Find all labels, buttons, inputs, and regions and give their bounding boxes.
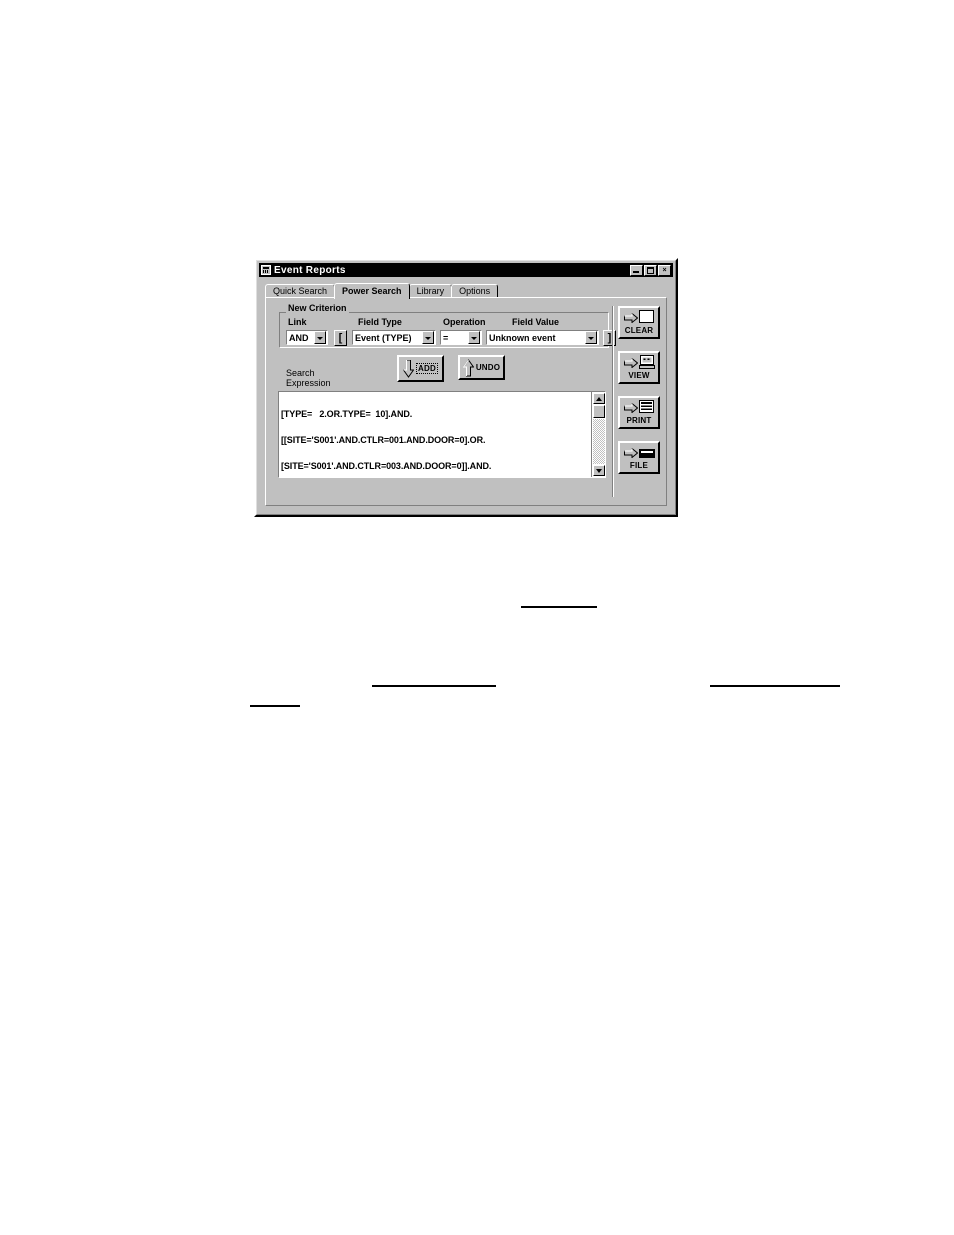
operation-label: Operation [443,317,486,327]
field-value-value: Unknown event [489,332,556,343]
blank-page-icon [639,310,654,326]
tab-strip: Quick Search Power Search Library Option… [265,283,667,299]
search-expression-textarea[interactable]: [TYPE= 2.OR.TYPE= 10].AND. [[SITE='S001'… [278,391,606,478]
link-label: Link [288,317,307,327]
arrow-to-blank-page-icon [624,310,654,326]
undo-button-label: UNDO [475,363,501,372]
view-button-label: VIEW [628,371,650,380]
search-expression-label-line1: Search [286,368,315,378]
arrow-to-disk-icon [623,445,655,461]
operation-combobox[interactable]: = [440,330,482,345]
field-type-label: Field Type [358,317,402,327]
add-button-label: ADD [416,363,438,374]
criterion-controls-row: AND [ Event (TYPE) = Unknown event ] [280,330,616,348]
scrollbar-track[interactable] [593,419,605,464]
expression-line: [TYPE= 2.OR.TYPE= 10].AND. [281,409,413,420]
chevron-down-icon[interactable] [314,331,326,344]
file-button-label: FILE [629,461,649,470]
scrollbar-thumb[interactable] [593,405,605,418]
tab-options[interactable]: Options [451,284,499,298]
field-type-value: Event (TYPE) [355,332,412,343]
new-criterion-title: New Criterion [286,303,349,313]
maximize-button[interactable] [644,264,657,276]
arrow-to-document-icon [624,400,654,416]
right-arrow-icon [623,358,638,368]
event-reports-window: Event Reports × Quick Search Power Searc… [254,258,678,517]
clear-button-label: CLEAR [624,326,654,335]
search-expression-label-line2: Expression [286,378,331,388]
application-icon [261,265,271,275]
expression-line: [SITE='S001'.AND.CTLR=003.AND.DOOR=0]].A… [281,460,492,471]
expression-line: [[SITE='S001'.AND.CTLR=001.AND.DOOR=0].O… [281,434,486,445]
view-button[interactable]: VIEW [618,351,660,384]
page-rule-2 [372,685,496,687]
disk-icon [638,446,655,461]
link-combobox[interactable]: AND [286,330,328,345]
window-title: Event Reports [274,264,346,276]
minimize-button[interactable] [630,264,643,276]
field-value-combobox[interactable]: Unknown event [486,330,599,345]
print-button-label: PRINT [626,416,652,425]
page-rule-1 [521,606,597,608]
expression-vertical-scrollbar[interactable] [591,392,605,477]
field-type-combobox[interactable]: Event (TYPE) [352,330,436,345]
arrow-up-icon [462,358,474,377]
scroll-up-icon[interactable] [593,393,605,404]
search-expression-text: [TYPE= 2.OR.TYPE= 10].AND. [[SITE='S001'… [281,393,589,477]
right-arrow-icon [623,448,638,458]
right-arrow-icon [624,313,638,323]
file-button[interactable]: FILE [618,441,660,474]
tab-quick-search[interactable]: Quick Search [265,284,336,298]
arrow-to-monitor-icon [623,354,655,372]
document-lines-icon [639,400,654,416]
open-bracket-button[interactable]: [ [334,330,347,346]
scroll-down-icon[interactable] [593,465,605,476]
page-rule-3 [710,685,840,687]
print-button[interactable]: PRINT [618,396,660,429]
field-value-label: Field Value [512,317,560,327]
window-controls: × [630,264,671,276]
close-bracket-button[interactable]: ] [603,330,616,346]
chevron-down-icon[interactable] [468,331,480,344]
operation-value: = [443,332,449,343]
criterion-field-labels: Link Field Type Operation Field Value [280,317,610,329]
arrow-down-icon [403,359,415,378]
tab-power-search[interactable]: Power Search [334,283,410,299]
close-button[interactable]: × [658,264,671,276]
add-button[interactable]: ADD [397,355,444,382]
side-panel-divider [612,306,614,497]
window-inner-frame: Event Reports × Quick Search Power Searc… [256,260,676,515]
link-value: AND [289,332,309,343]
search-expression-label: Search Expression [286,368,331,388]
right-arrow-icon [624,403,638,413]
tab-library[interactable]: Library [408,284,453,298]
monitor-icon [638,354,655,372]
chevron-down-icon[interactable] [585,331,597,344]
power-search-panel: New Criterion Link Field Type Operation … [265,297,667,506]
clear-button[interactable]: CLEAR [618,306,660,339]
title-bar[interactable]: Event Reports × [259,263,673,277]
chevron-down-icon[interactable] [422,331,434,344]
page-rule-4 [250,705,300,707]
undo-button[interactable]: UNDO [458,355,505,380]
